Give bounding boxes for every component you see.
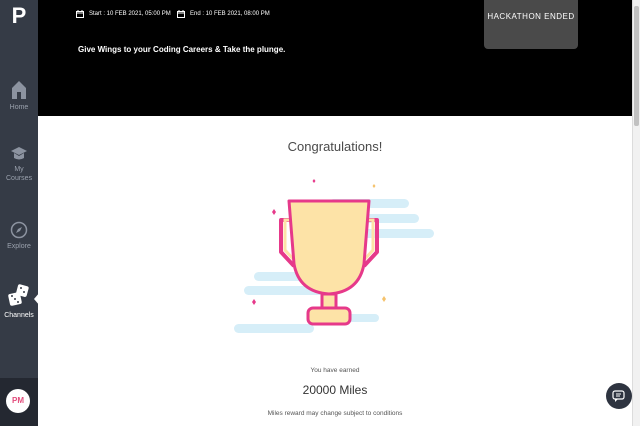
avatar[interactable]: PM: [6, 389, 30, 413]
end-date-text: End : 10 FEB 2021, 08:00 PM: [190, 11, 270, 17]
sidebar-footer: PM: [0, 378, 38, 426]
scrollbar[interactable]: [632, 0, 640, 426]
sidebar: P Home My Courses Explore Channels PM: [0, 0, 40, 426]
sidebar-item-explore[interactable]: Explore: [0, 221, 38, 251]
compass-icon: [10, 221, 28, 239]
end-date: End : 10 FEB 2021, 08:00 PM: [177, 10, 270, 18]
trophy-illustration: [234, 179, 434, 333]
page-title: Congratulations!: [287, 139, 383, 154]
calendar-icon: [177, 10, 185, 18]
results-panel: Congratulations! You have earned 20000 M…: [38, 116, 632, 426]
chat-button[interactable]: [606, 383, 632, 409]
graduation-cap-icon: [11, 147, 27, 160]
calendar-icon: [76, 10, 84, 18]
scrollbar-thumb[interactable]: [634, 6, 639, 126]
sidebar-item-channels[interactable]: Channels: [0, 284, 38, 320]
start-date-text: Start : 10 FEB 2021, 05:00 PM: [89, 11, 171, 17]
sidebar-item-label: Channels: [4, 312, 34, 319]
sidebar-item-label: Home: [9, 104, 29, 111]
home-icon: [12, 81, 26, 99]
sidebar-item-my-courses[interactable]: My Courses: [0, 146, 38, 183]
app-logo[interactable]: P: [0, 0, 38, 34]
sidebar-item-home[interactable]: Home: [0, 80, 38, 112]
chat-icon: [612, 390, 625, 402]
start-date: Start : 10 FEB 2021, 05:00 PM: [76, 10, 171, 18]
status-badge: HACKATHON ENDED: [484, 0, 578, 49]
earned-label: You have earned: [310, 367, 360, 374]
hackathon-header: Start : 10 FEB 2021, 05:00 PM End : 10 F…: [38, 0, 632, 116]
dice-icon: [8, 284, 29, 306]
miles-disclaimer: Miles reward may change subject to condi…: [267, 410, 403, 417]
sidebar-item-label: My Courses: [6, 166, 33, 182]
hackathon-tagline: Give Wings to your Coding Careers & Take…: [78, 45, 286, 54]
sidebar-item-label: Explore: [7, 243, 31, 250]
miles-earned: 20000 Miles: [302, 383, 368, 397]
